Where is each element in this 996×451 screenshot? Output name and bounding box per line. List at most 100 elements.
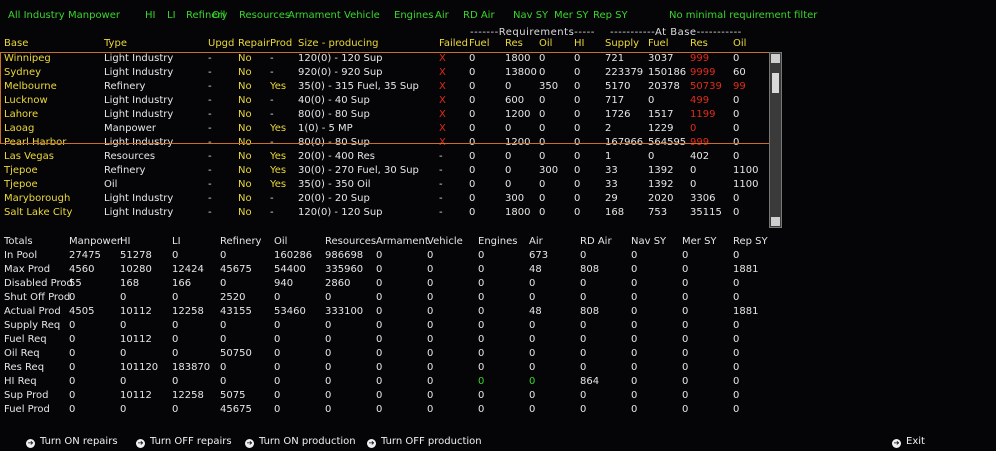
totals-cell: 0 [580,334,587,345]
turn-off-production-button[interactable]: ➔ Turn OFF production [367,436,482,448]
tab-7[interactable]: Armament [288,10,341,21]
totals-cell: HI Req [4,376,37,387]
row-cell: 0 [469,95,476,106]
scroll-thumb[interactable] [772,73,779,93]
row-cell: No [238,165,252,176]
tab-10[interactable]: Air [435,10,449,21]
row-cell: 40(0) - 40 Sup [298,95,370,106]
tab-3[interactable]: LI [167,10,176,21]
column-header: Failed [439,38,469,49]
tab-5[interactable]: Oil [212,10,225,21]
base-row[interactable]: Lahore Light Industry - No - 80(0) - 80 Sup X 0… [0,108,760,122]
totals-cell: Shut Off Prod [4,292,71,303]
base-row[interactable]: Melbourne Refinery - No Yes 35(0) - 315 Fuel,… [0,80,760,94]
row-cell: Oil [104,179,118,190]
totals-cell: 0 [120,348,127,359]
totals-cell: 0 [325,348,332,359]
row-cell: No [238,137,252,148]
base-row[interactable]: Maryborough Light Industry - No - 20(0) - 20 … [0,192,760,206]
totals-cell: 54400 [274,264,306,275]
row-cell: 168 [605,207,625,218]
row-cell: 1800 [505,207,531,218]
row-cell: No [238,123,252,134]
row-cell: 3037 [648,53,674,64]
row-cell: 0 [539,151,546,162]
row-cell: 999 [690,137,710,148]
totals-cell: 0 [682,320,689,331]
tab-2[interactable]: HI [145,10,155,21]
totals-cell: 0 [478,278,485,289]
base-list-scrollbar[interactable] [769,52,782,228]
tab-6[interactable]: Resources [239,10,290,21]
totals-cell: 0 [274,348,281,359]
totals-cell: 0 [120,292,127,303]
tab-12[interactable]: Nav SY [513,10,548,21]
totals-cell: 4560 [69,264,95,275]
totals-cell: 333100 [325,306,364,317]
row-cell: - [270,67,274,78]
base-row[interactable]: Salt Lake City Light Industry - No - 120(0) -… [0,206,760,220]
totals-cell: 0 [631,250,638,261]
row-cell: 0 [733,123,740,134]
totals-cell: 0 [376,376,383,387]
row-cell: Melbourne [4,81,57,92]
totals-cell: 0 [478,264,485,275]
tab-8[interactable]: Vehicle [344,10,380,21]
exit-button[interactable]: ➔ Exit [892,436,925,448]
totals-cell: Oil Req [4,348,40,359]
totals-cell: 0 [631,264,638,275]
totals-cell: 0 [376,292,383,303]
base-row[interactable]: Lucknow Light Industry - No - 40(0) - 40 Sup X… [0,94,760,108]
row-cell: 999 [690,53,710,64]
totals-cell: 50750 [220,348,252,359]
scroll-down-icon[interactable] [771,217,780,226]
totals-cell: 986698 [325,250,364,261]
row-cell: - [208,123,212,134]
base-row[interactable]: Las Vegas Resources - No Yes 20(0) - 400 Res -… [0,150,760,164]
column-header: Res [505,38,523,49]
totals-cell: 0 [631,376,638,387]
totals-cell: 0 [529,320,536,331]
totals-column-header: Resources [325,236,377,247]
totals-cell: 0 [733,250,740,261]
scroll-up-icon[interactable] [771,54,780,63]
turn-off-repairs-button[interactable]: ➔ Turn OFF repairs [136,436,232,448]
tab-11[interactable]: RD Air [463,10,495,21]
totals-row: Shut Off Prod 0 0 0 2520 0 0 0 0 0 0 0 0 0 0 [0,291,800,305]
row-cell: 0 [539,179,546,190]
turn-on-repairs-button[interactable]: ➔ Turn ON repairs [26,436,118,448]
totals-cell: 48 [529,264,542,275]
tab-9[interactable]: Engines [394,10,433,21]
column-header: HI [574,38,585,49]
totals-cell: 0 [682,404,689,415]
row-cell: No [238,95,252,106]
row-cell: - [208,207,212,218]
tab-1[interactable]: Manpower [68,10,120,21]
turn-on-production-button[interactable]: ➔ Turn ON production [245,436,356,448]
base-row[interactable]: Tjepoe Oil - No Yes 35(0) - 350 Oil - 0 0 0 0 33 139… [0,178,760,192]
totals-cell: 101120 [120,362,159,373]
row-cell: Las Vegas [4,151,54,162]
row-cell: 600 [505,95,525,106]
base-row[interactable]: Pearl Harbor Light Industry - No - 80(0) - 80… [0,136,760,150]
tab-15[interactable]: No minimal requirement filter [669,10,817,21]
tab-13[interactable]: Mer SY [554,10,589,21]
base-row[interactable]: Sydney Light Industry - No - 920(0) - 920 Sup… [0,66,760,80]
base-row[interactable]: Laoag Manpower - No Yes 1(0) - 5 MP X 0 0 0 0 2 1229… [0,122,760,136]
row-cell: 167966 [605,137,644,148]
totals-cell: 0 [478,250,485,261]
row-cell: 0 [574,81,581,92]
row-cell: 0 [469,109,476,120]
tab-14[interactable]: Rep SY [593,10,628,21]
totals-cell: 0 [580,250,587,261]
base-row[interactable]: Tjepoe Refinery - No Yes 30(0) - 270 Fuel, 30… [0,164,760,178]
totals-cell: 4505 [69,306,95,317]
tab-0[interactable]: All Industry [8,10,65,21]
base-row[interactable]: Winnipeg Light Industry - No - 120(0) - 120 S… [0,52,760,66]
row-cell: 120(0) - 120 Sup [298,207,383,218]
totals-cell: 27475 [69,250,101,261]
totals-cell: Fuel Prod [4,404,50,415]
row-cell: - [439,207,443,218]
row-cell: 0 [539,123,546,134]
totals-cell: 0 [376,278,383,289]
